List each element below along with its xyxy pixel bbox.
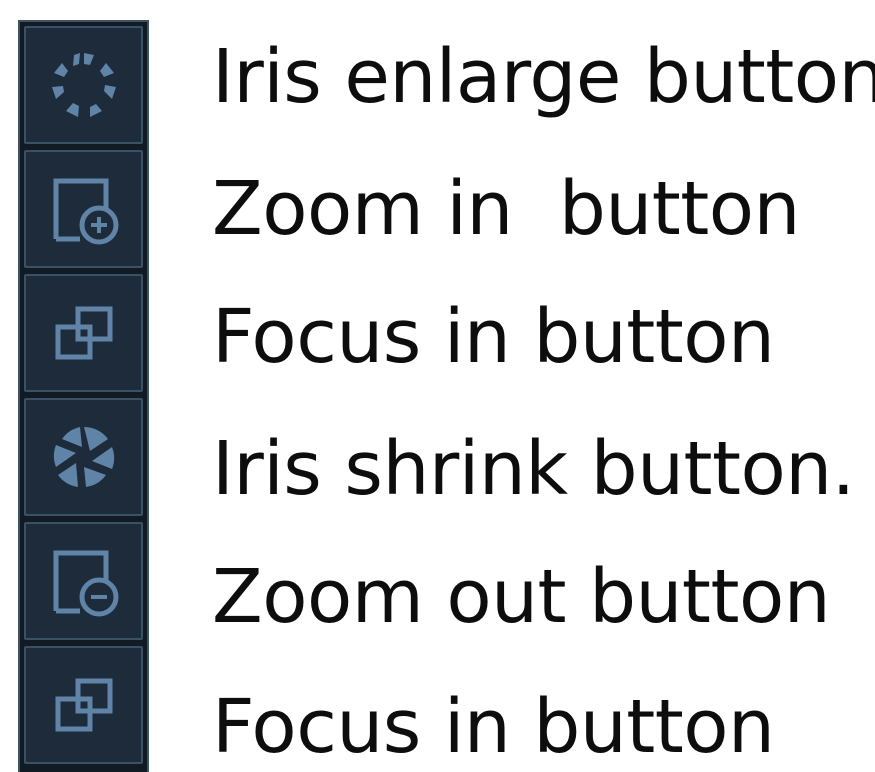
zoom-in-button[interactable] — [24, 150, 143, 268]
focus-in-label: Focus in button — [212, 684, 775, 770]
zoom-in-icon — [53, 178, 118, 245]
focus-in-label: Focus in button — [212, 294, 775, 380]
zoom-in-label: Zoom in button — [212, 166, 800, 252]
focus-in-icon — [55, 678, 112, 732]
zoom-out-icon — [53, 550, 118, 617]
zoom-out-label: Zoom out button — [212, 554, 831, 640]
iris-enlarge-label: Iris enlarge button — [212, 34, 875, 120]
zoom-out-button[interactable] — [24, 522, 143, 640]
iris-shrink-label: Iris shrink button. — [212, 426, 855, 512]
focus-in-icon — [55, 306, 112, 360]
iris-enlarge-icon — [51, 53, 116, 117]
ptz-toolbar — [18, 20, 149, 772]
iris-shrink-button[interactable] — [24, 398, 143, 516]
iris-enlarge-button[interactable] — [24, 26, 143, 144]
iris-shrink-icon — [53, 427, 114, 487]
focus-in-button[interactable] — [24, 274, 143, 392]
focus-in-button[interactable] — [24, 646, 143, 764]
